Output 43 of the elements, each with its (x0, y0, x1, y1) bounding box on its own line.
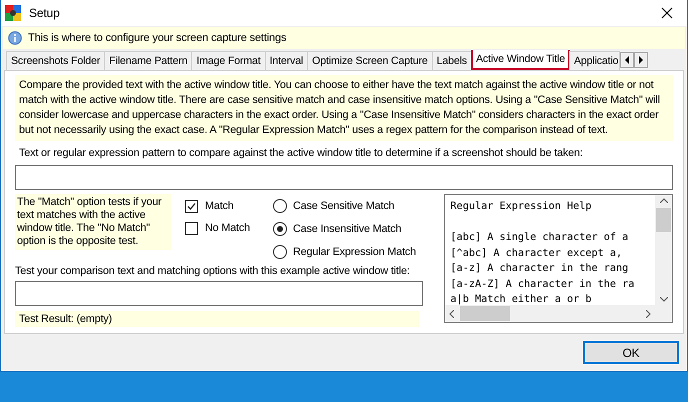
vertical-scrollbar[interactable] (655, 195, 672, 305)
caret-left-icon (624, 56, 630, 64)
scroll-left-button[interactable] (620, 52, 634, 68)
test-title-input-field[interactable] (15, 281, 423, 306)
match-help-text: The "Match" option tests if your text matches with the active window title. The "No Match" option is the opposite test. (15, 194, 171, 250)
checkbox-label[interactable]: No Match (205, 222, 250, 234)
regex-help-line: [^abc] A character except a, (450, 246, 624, 260)
description-text: Compare the provided text with the active window title. You can choose to either have the text match against the active window title or not match with the active window title. There are case sensitive match and case insensitive match options. Using a "Case Sensitive Match" will consider lowercase and uppercase characters in the exact order. Using a "Case Insensitive Match" considers characters in the exact order but not necessarily using the exact case. A "Regular Expression Match" uses a regex pattern for the comparison instead of text. (15, 75, 673, 141)
scroll-right-button[interactable] (634, 52, 648, 68)
radio-button[interactable] (273, 222, 287, 236)
test-result-text: Test Result: (empty) (15, 311, 419, 327)
regex-help-title: Regular Expression Help (450, 200, 592, 214)
checkbox-label[interactable]: Match (205, 200, 234, 212)
caret-right-icon (638, 56, 644, 64)
scrollbar-thumb[interactable] (460, 306, 510, 321)
checkbox[interactable] (185, 200, 198, 212)
tab[interactable]: Applicatio (568, 51, 620, 70)
scroll-left-icon[interactable] (449, 310, 454, 318)
pattern-label: Text or regular expression pattern to compare against the active window title to determine if a screenshot should be taken: (19, 147, 584, 159)
window-title: Setup (29, 6, 61, 20)
radio-label[interactable]: Regular Expression Match (293, 246, 416, 258)
regex-help-line: [abc] A single character of a (450, 231, 630, 245)
test-label: Test your comparison text and matching options with this example active window title: (15, 265, 411, 277)
scroll-down-icon[interactable] (660, 297, 668, 302)
ok-button[interactable]: OK (583, 341, 679, 364)
radio-button[interactable] (273, 198, 287, 212)
tab[interactable]: Screenshots Folder (6, 51, 106, 70)
radio-button[interactable] (273, 244, 287, 258)
regex-help-line: [a-zA-Z] A character in the ra (450, 278, 636, 292)
radio-label[interactable]: Case Insensitive Match (293, 222, 402, 234)
scroll-up-icon[interactable] (660, 198, 668, 203)
info-text: This is where to configure your screen capture settings (28, 32, 286, 44)
horizontal-scrollbar[interactable] (445, 305, 655, 322)
info-icon (8, 31, 22, 45)
checkbox[interactable] (185, 222, 198, 234)
regex-help-line: a|b Match either a or b (450, 293, 592, 305)
radio-label[interactable]: Case Sensitive Match (293, 200, 394, 212)
scrollbar-thumb[interactable] (656, 208, 671, 232)
pattern-input-field[interactable] (15, 165, 673, 190)
tab[interactable]: Active Window Title (470, 50, 570, 70)
app-logo-icon (5, 5, 21, 21)
scroll-right-icon[interactable] (646, 310, 651, 318)
regex-help-line: [a-z] A character in the rang (450, 262, 630, 276)
